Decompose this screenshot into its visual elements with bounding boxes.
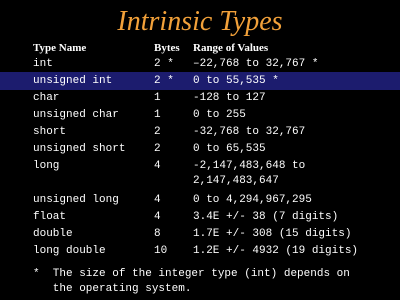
bytes-cell: 4 xyxy=(154,211,161,223)
table-row: float 4 3.4E +/- 38 (7 digits) xyxy=(0,208,400,226)
range-cell: 0 to 255 xyxy=(193,109,246,121)
footnote: * The size of the integer type (int) dep… xyxy=(33,268,350,295)
table-row: char 1 -128 to 127 xyxy=(0,89,400,107)
range-cell: 0 to 55,535 * xyxy=(193,75,279,87)
type-name-cell: unsigned char xyxy=(33,109,119,121)
type-name-cell: long double xyxy=(33,245,106,257)
type-name-cell: long xyxy=(33,160,60,172)
range-cell: 0 to 65,535 xyxy=(193,143,266,155)
bytes-cell: 10 xyxy=(154,245,168,257)
range-cell: 1.7E +/- 308 (15 digits) xyxy=(193,228,352,240)
table-row: double 8 1.7E +/- 308 (15 digits) xyxy=(0,225,400,243)
range-cell: -2,147,483,648 to 2,147,483,647 xyxy=(193,160,306,187)
range-cell: -32,768 to 32,767 xyxy=(193,126,306,138)
header-type-name: Type Name xyxy=(33,42,87,54)
table-row: int 2 * –22,768 to 32,767 * xyxy=(0,55,400,73)
table-row: unsigned char 1 0 to 255 xyxy=(0,106,400,124)
bytes-cell: 8 xyxy=(154,228,161,240)
range-cell: 1.2E +/- 4932 (19 digits) xyxy=(193,245,359,257)
table-row: unsigned long 4 0 to 4,294,967,295 xyxy=(0,191,400,209)
type-name-cell: float xyxy=(33,211,67,223)
header-range: Range of Values xyxy=(193,42,269,54)
type-name-cell: short xyxy=(33,126,67,138)
range-cell: 0 to 4,294,967,295 xyxy=(193,194,312,206)
range-cell: 3.4E +/- 38 (7 digits) xyxy=(193,211,339,223)
bytes-cell: 4 xyxy=(154,194,161,206)
slide-title: Intrinsic Types xyxy=(117,6,283,37)
type-name-cell: unsigned int xyxy=(33,75,113,87)
bytes-cell: 2 * xyxy=(154,58,174,70)
table-row-highlighted: unsigned int 2 * 0 to 55,535 * xyxy=(0,72,400,90)
type-name-cell: int xyxy=(33,58,53,70)
type-name-cell: double xyxy=(33,228,73,240)
bytes-cell: 4 xyxy=(154,160,161,172)
bytes-cell: 1 xyxy=(154,92,161,104)
bytes-cell: 2 xyxy=(154,143,161,155)
table-row: long double 10 1.2E +/- 4932 (19 digits) xyxy=(0,242,400,260)
type-name-cell: unsigned long xyxy=(33,194,119,206)
type-name-cell: unsigned short xyxy=(33,143,126,155)
table-row: long 4 -2,147,483,648 to 2,147,483,647 xyxy=(0,157,400,193)
range-cell: -128 to 127 xyxy=(193,92,266,104)
type-name-cell: char xyxy=(33,92,60,104)
table-row: short 2 -32,768 to 32,767 xyxy=(0,123,400,141)
header-bytes: Bytes xyxy=(154,42,180,54)
range-cell: –22,768 to 32,767 * xyxy=(193,58,319,70)
bytes-cell: 2 * xyxy=(154,75,174,87)
table-row: unsigned short 2 0 to 65,535 xyxy=(0,140,400,158)
bytes-cell: 1 xyxy=(154,109,161,121)
bytes-cell: 2 xyxy=(154,126,161,138)
